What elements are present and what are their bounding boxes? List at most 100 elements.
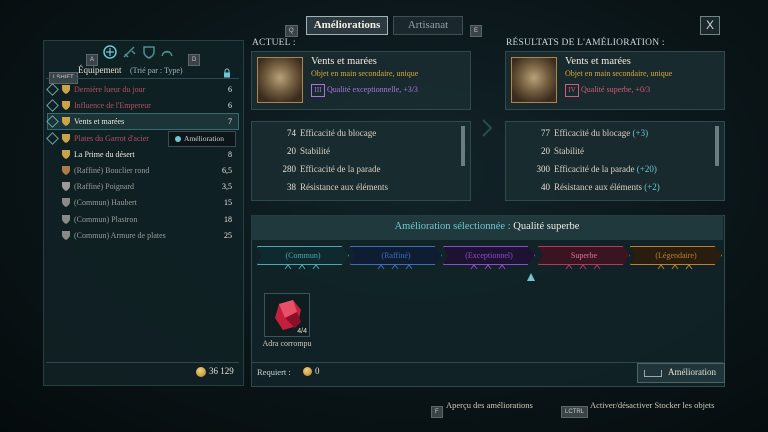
inventory-item-row[interactable]: La Prime du désert 8	[48, 147, 238, 162]
result-item-subtitle: Objet en main secondaire, unique	[565, 69, 673, 78]
trinket-filter-icon[interactable]	[161, 50, 173, 57]
stash-label[interactable]: Activer/désactiver Stocker les objets	[590, 400, 714, 410]
filter-category-icons	[102, 44, 184, 60]
stat-value: 38	[287, 182, 296, 192]
stat-bonus: (+2)	[644, 182, 660, 192]
filter-prev-key[interactable]: A	[86, 48, 99, 66]
all-gear-filter-icon[interactable]	[103, 45, 117, 59]
quality-tier[interactable]: (Commun)	[257, 246, 349, 265]
filter-next-key[interactable]: D	[188, 48, 201, 66]
quality-tier[interactable]: Superbe	[538, 246, 630, 265]
item-icon	[60, 132, 72, 144]
item-name: (Commun) Haubert	[74, 198, 137, 208]
item-name: Vents et marées	[74, 117, 125, 127]
item-count: 15	[224, 198, 232, 208]
gold-coin-icon-cost	[303, 367, 312, 376]
stat-label: Résistance aux éléments	[554, 182, 642, 192]
item-name: Influence de l'Empereur	[74, 101, 151, 111]
marker-diamond-icon	[46, 99, 59, 113]
quality-tier[interactable]: (Raffiné)	[350, 246, 442, 265]
item-icon	[60, 99, 72, 111]
stat-label: Résistance aux éléments	[300, 182, 388, 192]
stat-value: 300	[536, 164, 551, 174]
marker-diamond-icon	[46, 131, 59, 145]
stat-row: 38 Résistance aux éléments	[262, 182, 388, 192]
inventory-item-row[interactable]: Vents et marées 7	[46, 113, 239, 131]
gold-coin-icon	[196, 367, 206, 377]
item-name: Dernière lueur du jour	[74, 85, 146, 94]
stat-label: Stabilité	[554, 146, 584, 156]
stat-bonus: (+20)	[636, 164, 657, 174]
stat-row: 20 Stabilité	[262, 146, 330, 156]
item-icon	[60, 196, 72, 208]
tab-ameliorations[interactable]: Améliorations	[306, 16, 388, 35]
stat-label: Efficacité de la parade	[554, 164, 635, 174]
current-tier-marker-icon	[527, 268, 535, 281]
quality-tier[interactable]: (Légendaire)	[630, 246, 722, 265]
prev-tab-key[interactable]: Q	[285, 19, 298, 37]
stat-bonus: (+3)	[632, 128, 649, 138]
stat-row: 300 Efficacité de la parade (+20)	[516, 164, 657, 174]
inventory-item-row[interactable]: Influence de l'Empereur 6	[46, 98, 238, 113]
item-name: Plates du Garrot d'acier	[74, 133, 149, 143]
item-count: 6	[228, 101, 232, 111]
stat-label: Efficacité du blocage	[554, 128, 631, 138]
material-slot[interactable]: 4/4	[264, 293, 310, 337]
current-stats-scrollbar[interactable]	[461, 126, 465, 166]
header-divider	[46, 78, 239, 79]
next-tab-key[interactable]: E	[470, 19, 483, 37]
upgrade-tooltip: Amélioration	[168, 131, 236, 147]
stat-value: 77	[541, 128, 550, 138]
preview-key[interactable]: F	[431, 400, 443, 418]
tier-pips	[370, 264, 420, 272]
armor-filter-icon[interactable]	[143, 46, 155, 59]
item-count: 6,5	[222, 166, 232, 175]
current-item-portrait	[257, 57, 303, 103]
inventory-item-row[interactable]: (Commun) Plastron 18	[48, 212, 238, 227]
item-name: La Prime du désert	[74, 149, 135, 159]
result-item-portrait	[511, 57, 557, 103]
upgrade-button[interactable]: Amélioration	[637, 363, 725, 383]
arrow-right-icon	[481, 118, 493, 138]
close-button[interactable]: X	[700, 16, 720, 35]
quality-tier[interactable]: (Exceptionnel)	[443, 246, 535, 265]
preview-label[interactable]: Aperçu des améliorations	[446, 400, 533, 410]
result-stats-scrollbar[interactable]	[715, 126, 719, 166]
item-icon	[60, 83, 72, 95]
item-count: 25	[224, 230, 232, 240]
tier-pips	[558, 264, 608, 272]
item-count: 3,5	[222, 182, 232, 192]
item-count: 18	[224, 214, 232, 224]
inventory-item-row[interactable]: Dernière lueur du jour 6	[46, 82, 238, 97]
stat-row: 74 Efficacité du blocage	[262, 128, 376, 138]
item-icon	[60, 213, 72, 225]
footer-divider	[46, 362, 239, 363]
stat-value: 40	[541, 182, 550, 192]
selected-upgrade: Amélioration sélectionnée : Qualité supe…	[251, 221, 723, 232]
lock-icon[interactable]	[222, 65, 232, 78]
stat-label: Efficacité de la parade	[300, 164, 381, 174]
selected-upgrade-label: Amélioration sélectionnée :	[394, 221, 511, 232]
current-quality-numeral: III	[311, 84, 325, 97]
item-name: (Commun) Plastron	[74, 214, 138, 224]
item-name: (Raffiné) Poignard	[74, 182, 135, 192]
tab-artisanat[interactable]: Artisanat	[393, 16, 463, 35]
spacebar-key-icon	[644, 370, 662, 377]
stash-key[interactable]: LCTRL	[561, 400, 589, 418]
inventory-item-row[interactable]: (Commun) Haubert 15	[48, 195, 238, 210]
item-icon	[60, 180, 72, 192]
inventory-title: Équipement	[78, 65, 122, 75]
stat-row: 280 Efficacité de la parade	[262, 164, 381, 174]
sort-label[interactable]: (Trié par : Type)	[130, 66, 183, 75]
weapon-filter-icon[interactable]	[123, 46, 136, 58]
item-icon	[60, 148, 72, 160]
inventory-item-row[interactable]: (Raffiné) Bouclier rond 6,5	[48, 163, 238, 178]
tier-pips	[277, 264, 327, 272]
stat-label: Stabilité	[300, 146, 330, 156]
inventory-item-row[interactable]: (Commun) Armure de plates 25	[48, 228, 238, 243]
stat-row: 20 Stabilité	[516, 146, 584, 156]
stat-value: 20	[287, 146, 296, 156]
tooltip-dot-icon	[175, 136, 181, 143]
item-icon	[60, 115, 72, 127]
inventory-item-row[interactable]: (Raffiné) Poignard 3,5	[48, 179, 238, 194]
